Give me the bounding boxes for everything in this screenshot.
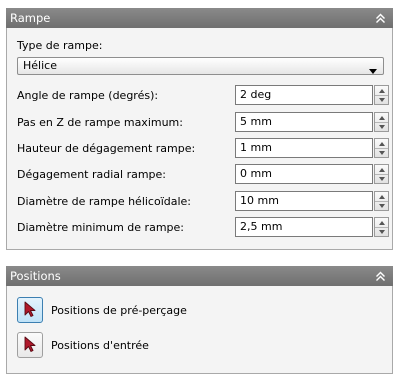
pre-drill-positions-item[interactable]: Positions de pré-perçage — [17, 296, 187, 324]
positions-panel: Positions Positions de pré-perçage Posit… — [6, 266, 393, 374]
ramp-radial-clearance-label: Dégagement radial rampe: — [17, 168, 167, 181]
collapse-chevron-up-icon[interactable] — [373, 269, 387, 283]
rampe-panel-header[interactable]: Rampe — [6, 8, 393, 28]
pre-drill-positions-label: Positions de pré-perçage — [51, 303, 187, 317]
helical-ramp-diameter-input[interactable]: 10 mm — [235, 191, 373, 211]
spin-down-icon[interactable] — [375, 201, 388, 210]
ramp-angle-label: Angle de rampe (degrés): — [17, 89, 159, 102]
spin-down-icon[interactable] — [375, 174, 388, 183]
rampe-panel: Rampe Type de rampe: Hélice Angle de ram… — [6, 8, 393, 250]
min-ramp-diameter-label: Diamètre minimum de rampe: — [17, 221, 184, 234]
positions-panel-header[interactable]: Positions — [6, 266, 393, 286]
positions-panel-body: Positions de pré-perçage Positions d'ent… — [6, 286, 393, 374]
ramp-type-label: Type de rampe: — [17, 39, 103, 52]
spin-down-icon[interactable] — [375, 122, 388, 131]
ramp-angle-spinner[interactable] — [374, 85, 389, 105]
cursor-arrow-icon — [24, 301, 36, 320]
ramp-type-value: Hélice — [23, 59, 57, 72]
dropdown-arrow-icon — [369, 63, 377, 79]
ramp-z-step-label: Pas en Z de rampe maximum: — [17, 116, 183, 129]
min-ramp-diameter-input[interactable]: 2,5 mm — [235, 217, 373, 237]
ramp-angle-input[interactable]: 2 deg — [235, 85, 373, 105]
spin-down-icon[interactable] — [375, 227, 388, 236]
entry-positions-item[interactable]: Positions d'entrée — [17, 331, 149, 359]
ramp-type-dropdown[interactable]: Hélice — [17, 57, 384, 75]
ramp-clearance-height-label: Hauteur de dégagement rampe: — [17, 142, 196, 155]
ramp-clearance-height-spinner[interactable] — [374, 138, 389, 158]
ramp-z-step-spinner[interactable] — [374, 112, 389, 132]
entry-positions-label: Positions d'entrée — [51, 338, 149, 352]
helical-ramp-diameter-spinner[interactable] — [374, 191, 389, 211]
ramp-radial-clearance-input[interactable]: 0 mm — [235, 164, 373, 184]
spin-down-icon[interactable] — [375, 95, 388, 104]
ramp-clearance-height-input[interactable]: 1 mm — [235, 138, 373, 158]
ramp-radial-clearance-spinner[interactable] — [374, 164, 389, 184]
ramp-z-step-input[interactable]: 5 mm — [235, 112, 373, 132]
collapse-chevron-up-icon[interactable] — [373, 11, 387, 25]
helical-ramp-diameter-label: Diamètre de rampe hélicoïdale: — [17, 195, 192, 208]
pre-drill-positions-button[interactable] — [17, 297, 43, 323]
spin-down-icon[interactable] — [375, 148, 388, 157]
cursor-arrow-icon — [24, 336, 36, 355]
entry-positions-button[interactable] — [17, 332, 43, 358]
rampe-panel-body: Type de rampe: Hélice Angle de rampe (de… — [6, 28, 393, 250]
positions-panel-title: Positions — [10, 269, 61, 283]
rampe-panel-title: Rampe — [10, 11, 51, 25]
min-ramp-diameter-spinner[interactable] — [374, 217, 389, 237]
